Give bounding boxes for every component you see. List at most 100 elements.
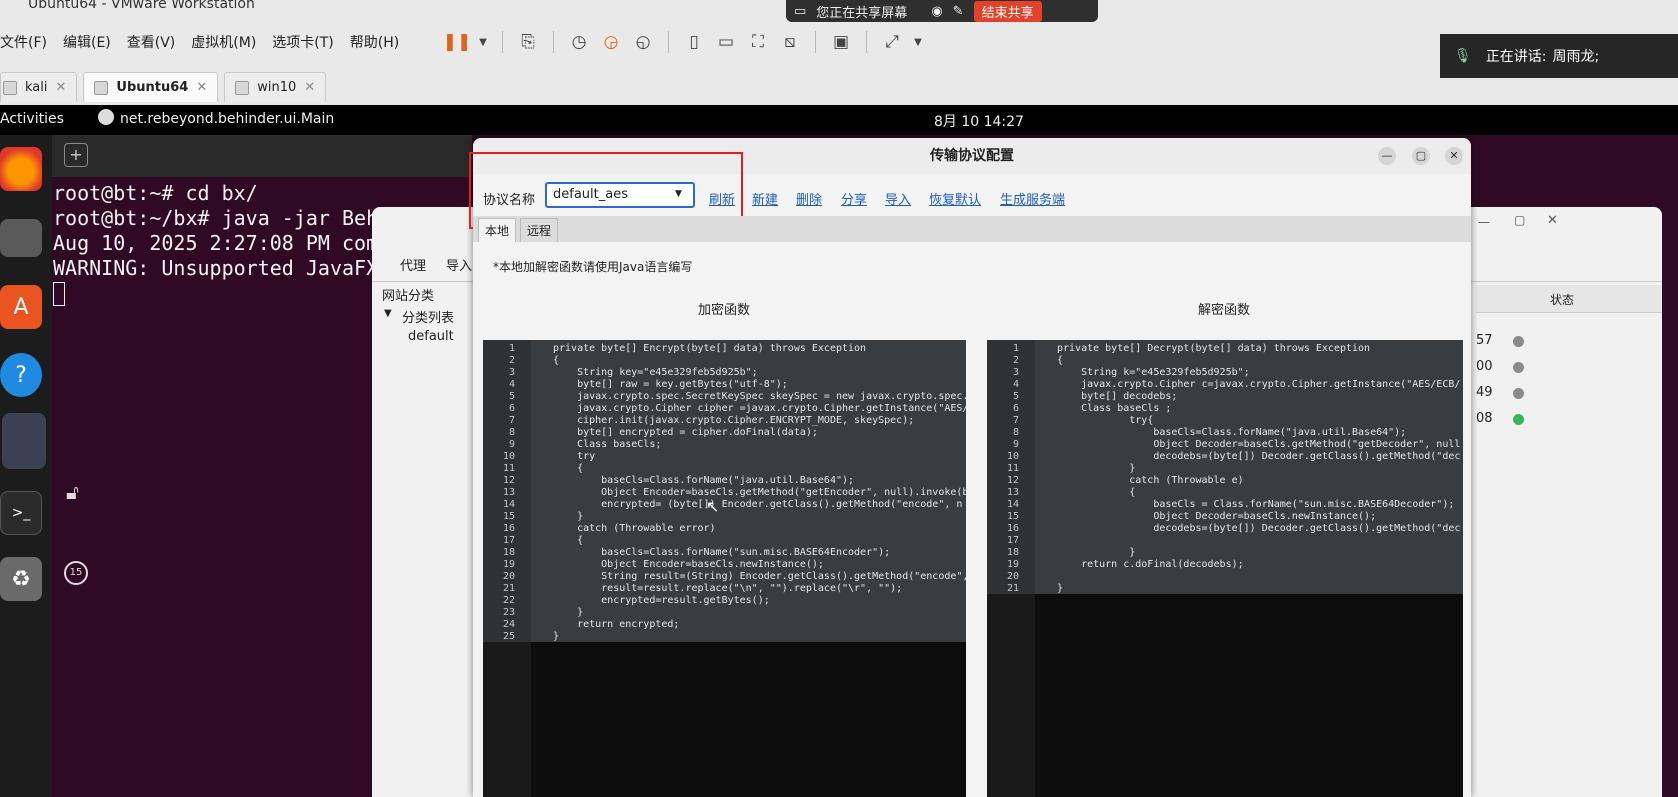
- line-number: 20: [1006, 571, 1019, 582]
- code-line: baseCls=Class.forName("sun.misc.BASE64En…: [553, 547, 891, 558]
- tab-kali[interactable]: kali ✕: [0, 72, 78, 102]
- trash-icon[interactable]: ♻: [0, 557, 42, 601]
- line-number: 9: [1012, 439, 1019, 450]
- tab-ubuntu64[interactable]: Ubuntu64 ✕: [83, 72, 219, 102]
- status-dot: [1513, 414, 1524, 425]
- terminal-cursor: [53, 282, 65, 306]
- sidebar-toggle-icon[interactable]: ▯: [681, 29, 707, 55]
- thumbnail-bar-icon[interactable]: ▭: [713, 29, 739, 55]
- code-line: {: [1057, 355, 1064, 366]
- category-default-node[interactable]: default: [408, 329, 454, 344]
- maximize-icon[interactable]: ▢: [1412, 147, 1430, 165]
- chevron-down-icon[interactable]: ▼: [911, 29, 925, 55]
- clock[interactable]: 8月 10 14:27: [934, 111, 1024, 131]
- code-line: byte[] encrypted = cipher.doFinal(data);: [553, 427, 818, 438]
- new-link[interactable]: 新建: [752, 189, 778, 208]
- chevron-down-icon[interactable]: ▼: [476, 29, 490, 55]
- site-category-label: 网站分类: [382, 289, 435, 304]
- terminal-line: Aug 10, 2025 2:27:08 PM com: [53, 231, 379, 255]
- annotate-icon[interactable]: ✎: [953, 4, 964, 19]
- category-list-node[interactable]: 分类列表: [402, 307, 454, 326]
- line-number: 3: [508, 367, 515, 378]
- generate-server-link[interactable]: 生成服务端: [1000, 189, 1065, 208]
- menu-tabs[interactable]: 选项卡(T): [272, 32, 343, 52]
- close-icon[interactable]: ✕: [304, 80, 315, 95]
- app-center-icon[interactable]: A: [0, 285, 42, 329]
- terminal-icon[interactable]: >_: [0, 491, 42, 535]
- snapshot-icon[interactable]: ◷: [566, 29, 592, 55]
- tab-win10[interactable]: win10 ✕: [224, 72, 327, 102]
- speaker-name: 周雨龙;: [1552, 49, 1600, 65]
- behinder-app-icon[interactable]: [2, 413, 46, 469]
- ubuntu-topbar: Activities net.rebeyond.behinder.ui.Main…: [0, 105, 1678, 135]
- unity-icon[interactable]: ⧅: [777, 29, 803, 55]
- code-line: baseCls=Class.forName("java.util.Base64"…: [1057, 427, 1407, 438]
- protocol-name-label: 协议名称: [483, 193, 536, 208]
- stretch-icon[interactable]: ⤢: [879, 29, 905, 55]
- close-icon[interactable]: ✕: [196, 80, 207, 95]
- share-link[interactable]: 分享: [841, 189, 867, 208]
- menu-vm[interactable]: 虚拟机(M): [191, 32, 266, 52]
- line-number: 22: [502, 595, 515, 606]
- maximize-icon[interactable]: ▢: [1514, 213, 1525, 227]
- menu-file[interactable]: 文件(F): [0, 32, 57, 52]
- menu-help[interactable]: 帮助(H): [350, 32, 409, 52]
- toolbar-proxy[interactable]: 代理: [400, 255, 426, 274]
- minimize-icon[interactable]: —: [1478, 215, 1490, 229]
- pause-icon[interactable]: ❚❚: [443, 29, 472, 55]
- line-number: 10: [1006, 451, 1019, 462]
- send-keys-icon[interactable]: ⎘: [515, 29, 541, 55]
- code-line: }: [553, 511, 584, 522]
- line-number: 2: [1012, 355, 1019, 366]
- menu-view[interactable]: 查看(V): [127, 32, 186, 52]
- encrypt-code-editor[interactable]: 1 private byte[] Encrypt(byte[] data) thr…: [483, 340, 966, 797]
- menu-edit[interactable]: 编辑(E): [63, 32, 121, 52]
- row-partial: 00: [1476, 359, 1493, 374]
- stop-sharing-button[interactable]: 结束共享: [973, 0, 1042, 22]
- share-status: 您正在共享屏幕: [816, 5, 908, 21]
- refresh-link[interactable]: 刷新: [709, 189, 735, 208]
- protocol-config-dialog: 传输协议配置 — ▢ ✕ 协议名称 default_aes ▼ 刷新 新建 删除…: [469, 138, 1471, 797]
- code-line: Class baseCls;: [553, 439, 662, 450]
- delete-link[interactable]: 删除: [796, 189, 822, 208]
- tab-label: win10: [257, 80, 297, 95]
- fullscreen-icon[interactable]: ⛶: [745, 29, 771, 55]
- toolbar-import[interactable]: 导入: [446, 255, 472, 274]
- timer-icon[interactable]: 15: [64, 561, 88, 585]
- close-icon[interactable]: ✕: [56, 80, 67, 95]
- code-line: decodebs=(byte[]) Decoder.getClass().get…: [1057, 523, 1461, 534]
- console-icon[interactable]: ▣: [828, 29, 854, 55]
- new-tab-icon[interactable]: +: [64, 143, 88, 167]
- protocol-select[interactable]: default_aes ▼: [545, 182, 695, 208]
- vm-icon: [3, 80, 17, 95]
- close-icon[interactable]: ✕: [1445, 147, 1463, 165]
- record-icon[interactable]: ◉: [931, 4, 942, 19]
- lock-icon[interactable]: 🔓︎: [66, 480, 79, 504]
- firefox-icon[interactable]: [0, 147, 42, 191]
- snapshot-manager-icon[interactable]: ◵: [630, 29, 656, 55]
- line-number: 6: [1012, 403, 1019, 414]
- close-icon[interactable]: ✕: [1547, 213, 1558, 228]
- help-icon[interactable]: ?: [0, 353, 42, 397]
- line-number: 7: [508, 415, 515, 426]
- line-number: 13: [502, 487, 515, 498]
- status-column-header[interactable]: 状态: [1550, 291, 1574, 308]
- minimize-icon[interactable]: —: [1378, 147, 1396, 165]
- terminal-line: root@bt:~# cd bx/: [53, 181, 258, 205]
- app-icon: [98, 109, 114, 125]
- line-number: 18: [1006, 547, 1019, 558]
- code-line: Object Encoder=baseCls.newInstance();: [553, 559, 824, 570]
- code-line: return c.doFinal(decodebs);: [1057, 559, 1244, 570]
- tab-local[interactable]: 本地: [478, 218, 517, 242]
- decrypt-code-editor[interactable]: 1 private byte[] Decrypt(byte[] data) thr…: [987, 340, 1463, 797]
- files-icon[interactable]: [0, 219, 42, 257]
- focused-app-name[interactable]: net.rebeyond.behinder.ui.Main: [120, 111, 334, 127]
- import-link[interactable]: 导入: [885, 189, 911, 208]
- line-number: 1: [508, 343, 515, 354]
- restore-default-link[interactable]: 恢复默认: [929, 189, 981, 208]
- chevron-down-icon[interactable]: ▼: [384, 308, 392, 319]
- activities-button[interactable]: Activities: [0, 111, 64, 127]
- tab-remote[interactable]: 远程: [520, 218, 559, 242]
- line-number: 24: [502, 619, 515, 630]
- revert-snapshot-icon[interactable]: ◶: [598, 29, 624, 55]
